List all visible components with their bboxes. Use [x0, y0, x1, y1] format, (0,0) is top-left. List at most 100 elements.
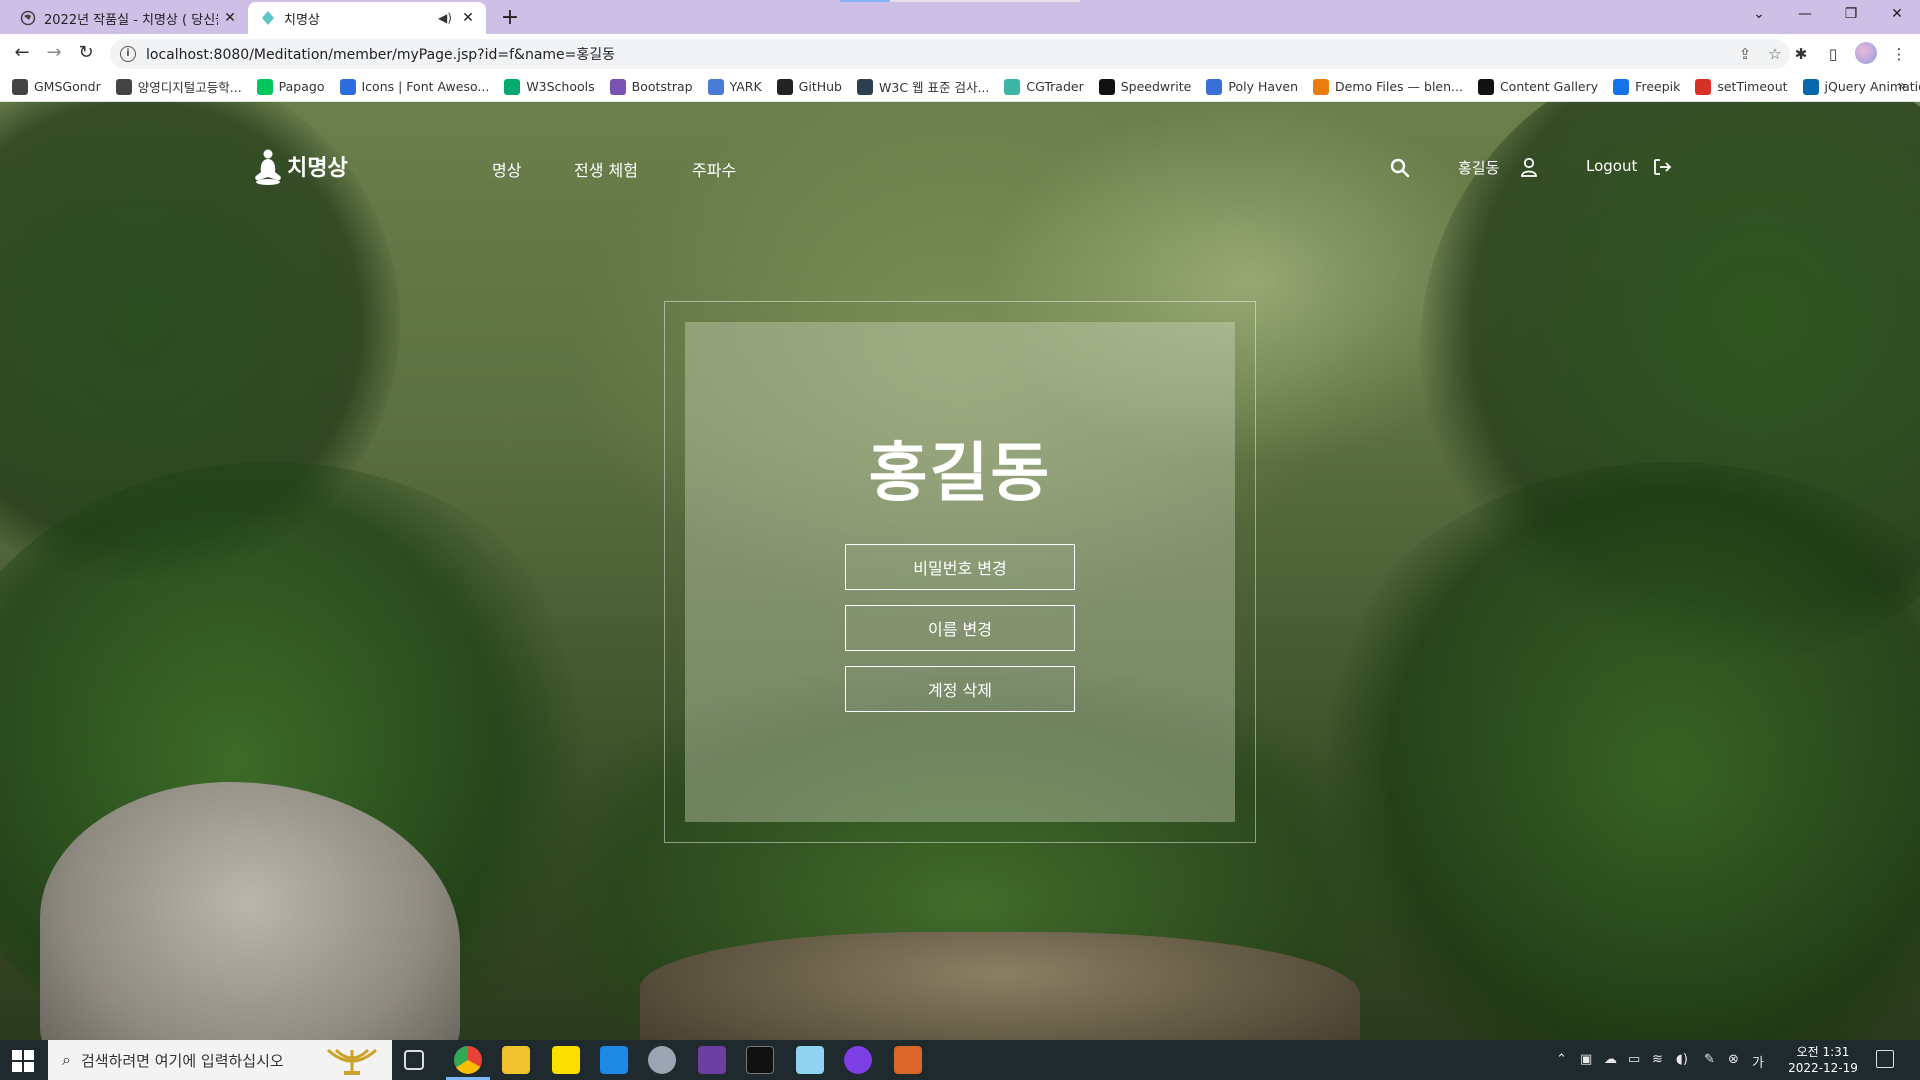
bookmark-item[interactable]: Content Gallery: [1477, 78, 1599, 95]
pen-icon[interactable]: ✎: [1704, 1052, 1715, 1067]
bookmark-item[interactable]: CGTrader: [1004, 78, 1084, 95]
delete-account-button[interactable]: 계정 삭제: [845, 666, 1075, 712]
intellij-icon[interactable]: [894, 1046, 922, 1074]
nav-link-past-life[interactable]: 전생 체험: [574, 157, 638, 181]
taskbar-search[interactable]: ⌕ 검색하려면 여기에 입력하십시오: [48, 1040, 392, 1080]
bookmark-label: GMSGondr: [34, 79, 101, 94]
wifi-icon[interactable]: ≋: [1652, 1052, 1663, 1067]
tab-title: 치명상: [284, 12, 320, 28]
tabstrip-indicator: [890, 0, 1080, 2]
restore-icon[interactable]: ❐: [1828, 0, 1874, 30]
bookmark-label: GitHub: [798, 79, 842, 94]
blender-icon: [1313, 78, 1330, 95]
bookmark-item[interactable]: GMSGondr: [12, 78, 101, 95]
minimize-icon[interactable]: —: [1782, 0, 1828, 30]
terminal-icon[interactable]: [746, 1046, 774, 1074]
bookmark-item[interactable]: 양영디지털고등학...: [115, 77, 242, 96]
change-name-button[interactable]: 이름 변경: [845, 605, 1075, 651]
github-desktop-icon[interactable]: [844, 1046, 872, 1074]
tray-overflow-icon[interactable]: ⌃: [1556, 1052, 1567, 1067]
speedwrite-icon: [1098, 78, 1115, 95]
globe-icon: [12, 78, 28, 95]
new-tab-button[interactable]: +: [496, 4, 524, 32]
bookmark-label: Content Gallery: [1499, 79, 1599, 94]
window-close-icon[interactable]: ✕: [1874, 0, 1920, 30]
browser-tab[interactable]: 2022년 작품실 - 치명상 ( 당신을 ✕: [8, 2, 248, 34]
bookmark-item[interactable]: Papago: [256, 78, 325, 95]
bookmark-label: Bootstrap: [631, 79, 693, 94]
notification-icon[interactable]: [1876, 1050, 1894, 1068]
bookmark-star-icon[interactable]: ☆: [1760, 45, 1790, 63]
bookmarks-overflow-button[interactable]: »: [1897, 78, 1906, 94]
bookmark-label: W3Schools: [526, 79, 595, 94]
nav-link-frequency[interactable]: 주파수: [692, 157, 736, 181]
browser-tabstrip: 2022년 작품실 - 치명상 ( 당신을 ✕ 치명상 ◀︎) ✕ + ⌄ — …: [0, 0, 1920, 34]
site-info-icon[interactable]: i: [120, 46, 136, 62]
taskbar-clock[interactable]: 오전 1:31 2022-12-19: [1788, 1044, 1858, 1076]
url-text[interactable]: localhost:8080/Meditation/member/myPage.…: [146, 44, 1730, 64]
extensions-icon[interactable]: ✱: [1788, 42, 1814, 66]
rock-center: [640, 932, 1360, 1040]
change-password-button[interactable]: 비밀번호 변경: [845, 544, 1075, 590]
bookmark-item[interactable]: GitHub: [776, 78, 842, 95]
bookmark-item[interactable]: setTimeout: [1695, 78, 1788, 95]
file-explorer-icon[interactable]: [502, 1046, 530, 1074]
forward-icon[interactable]: →: [40, 40, 68, 68]
tab-audio-icon[interactable]: ◀︎): [438, 11, 456, 25]
bookmark-item[interactable]: YARK: [707, 78, 762, 95]
profile-avatar[interactable]: [1855, 42, 1877, 64]
ime-icon[interactable]: 가: [1752, 1052, 1764, 1071]
side-panel-icon[interactable]: ▯: [1820, 42, 1846, 66]
tray-status-icon[interactable]: ⊗: [1728, 1052, 1739, 1067]
bookmark-label: YARK: [729, 79, 762, 94]
bookmark-item[interactable]: Icons | Font Aweso...: [339, 78, 489, 95]
taskbar-search-placeholder: 검색하려면 여기에 입력하십시오: [80, 1051, 284, 1070]
browser-tab-active[interactable]: 치명상 ◀︎) ✕: [248, 2, 486, 34]
nav-link-meditation[interactable]: 명상: [492, 157, 521, 181]
search-icon[interactable]: [1390, 158, 1410, 178]
browser-menu-icon[interactable]: ⋮: [1886, 42, 1912, 66]
share-icon[interactable]: ⇪: [1730, 45, 1760, 63]
bookmark-item[interactable]: Poly Haven: [1206, 78, 1298, 95]
jquery-icon: [1802, 78, 1819, 95]
task-view-icon[interactable]: [404, 1050, 424, 1070]
bookmark-item[interactable]: Speedwrite: [1098, 78, 1191, 95]
back-icon[interactable]: ←: [8, 40, 36, 68]
tab-search-icon[interactable]: ⌄: [1736, 0, 1782, 30]
user-icon[interactable]: [1520, 157, 1538, 177]
onedrive-icon[interactable]: ☁: [1604, 1052, 1617, 1067]
logout-icon[interactable]: [1652, 157, 1672, 177]
eclipse-icon[interactable]: [698, 1046, 726, 1074]
battery-icon[interactable]: ▭: [1628, 1052, 1640, 1067]
vscode-icon[interactable]: [600, 1046, 628, 1074]
user-name-link[interactable]: 홍길동: [1458, 157, 1499, 178]
yark-icon: [707, 78, 724, 95]
tab-close-icon[interactable]: ✕: [456, 10, 480, 26]
bookmark-item[interactable]: Bootstrap: [609, 78, 693, 95]
reload-icon[interactable]: ↻: [72, 40, 100, 68]
search-icon: ⌕: [62, 1050, 71, 1069]
tab-close-icon[interactable]: ✕: [218, 10, 242, 26]
notepad-icon[interactable]: [796, 1046, 824, 1074]
settings-icon[interactable]: [648, 1046, 676, 1074]
chrome-icon[interactable]: [454, 1046, 482, 1074]
site-logo[interactable]: 치명상: [252, 146, 348, 186]
menorah-icon: [326, 1048, 378, 1075]
bookmark-item[interactable]: W3Schools: [504, 78, 595, 95]
bookmark-item[interactable]: Demo Files — blen...: [1313, 78, 1463, 95]
logout-link[interactable]: Logout: [1586, 157, 1637, 175]
site-header: 치명상 명상 전생 체험 주파수 홍길동 Logout: [0, 102, 1920, 232]
bookmark-item[interactable]: W3C 웹 표준 검사...: [857, 77, 989, 96]
windows-start-icon[interactable]: [12, 1050, 34, 1072]
bookmark-item[interactable]: Freepik: [1613, 78, 1681, 95]
volume-icon[interactable]: ◖): [1676, 1052, 1688, 1067]
bookmark-label: Freepik: [1635, 79, 1681, 94]
kakaotalk-icon[interactable]: [552, 1046, 580, 1074]
cgtrader-icon: [1004, 78, 1021, 95]
tab-title: 2022년 작품실 - 치명상 ( 당신을: [44, 12, 218, 28]
address-bar[interactable]: i localhost:8080/Meditation/member/myPag…: [110, 39, 1790, 69]
tabstrip-indicator: [840, 0, 890, 2]
globe-icon: [20, 10, 36, 26]
site-favicon-icon: [260, 10, 276, 26]
tray-app-icon[interactable]: ▣: [1580, 1052, 1592, 1067]
